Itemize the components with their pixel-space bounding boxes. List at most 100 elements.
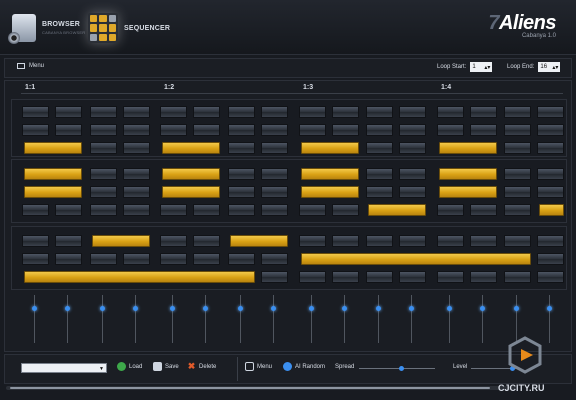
- step-cell[interactable]: [537, 235, 564, 247]
- load-button[interactable]: Load: [117, 362, 142, 371]
- step-cell[interactable]: [366, 124, 393, 136]
- step-cell[interactable]: [399, 106, 426, 118]
- step-cell[interactable]: [399, 235, 426, 247]
- step-cell[interactable]: [399, 142, 426, 154]
- step-cell[interactable]: [437, 124, 464, 136]
- step-cell[interactable]: [261, 106, 288, 118]
- channel-volume-slider[interactable]: [480, 295, 485, 343]
- step-cell[interactable]: [299, 235, 326, 247]
- step-cell[interactable]: [470, 204, 497, 216]
- step-cell[interactable]: [366, 235, 393, 247]
- step-note[interactable]: [24, 271, 255, 283]
- slider-knob[interactable]: [65, 305, 70, 311]
- step-cell[interactable]: [55, 253, 82, 265]
- step-cell[interactable]: [160, 106, 187, 118]
- step-note[interactable]: [24, 142, 82, 154]
- step-cell[interactable]: [437, 235, 464, 247]
- preset-select[interactable]: ▼: [21, 363, 107, 373]
- step-cell[interactable]: [228, 204, 255, 216]
- step-cell[interactable]: [399, 168, 426, 180]
- step-cell[interactable]: [228, 142, 255, 154]
- slider-knob[interactable]: [238, 305, 243, 311]
- step-cell[interactable]: [123, 186, 150, 198]
- step-cell[interactable]: [193, 124, 220, 136]
- delete-button[interactable]: ✖ Delete: [187, 362, 217, 371]
- channel-volume-slider[interactable]: [376, 295, 381, 343]
- step-cell[interactable]: [332, 204, 359, 216]
- step-cell[interactable]: [504, 106, 531, 118]
- step-cell[interactable]: [261, 186, 288, 198]
- step-cell[interactable]: [537, 106, 564, 118]
- channel-volume-slider[interactable]: [203, 295, 208, 343]
- step-cell[interactable]: [160, 235, 187, 247]
- slider-knob[interactable]: [409, 305, 414, 311]
- slider-knob[interactable]: [32, 305, 37, 311]
- channel-volume-slider[interactable]: [32, 295, 37, 343]
- step-note[interactable]: [539, 204, 564, 216]
- step-cell[interactable]: [399, 124, 426, 136]
- slider-knob[interactable]: [203, 305, 208, 311]
- slider-knob[interactable]: [480, 305, 485, 311]
- step-cell[interactable]: [437, 271, 464, 283]
- step-cell[interactable]: [537, 271, 564, 283]
- channel-volume-slider[interactable]: [309, 295, 314, 343]
- loop-end-spinner[interactable]: 16 ▴▾: [538, 62, 561, 72]
- slider-knob[interactable]: [309, 305, 314, 311]
- tab-browser[interactable]: BROWSER CABANYA BROWSER: [8, 8, 85, 48]
- step-note[interactable]: [439, 168, 497, 180]
- spread-slider-knob[interactable]: [398, 366, 404, 371]
- step-cell[interactable]: [228, 106, 255, 118]
- slider-knob[interactable]: [547, 305, 552, 311]
- channel-volume-slider[interactable]: [238, 295, 243, 343]
- step-cell[interactable]: [90, 168, 117, 180]
- step-cell[interactable]: [160, 204, 187, 216]
- horizontal-scrollbar[interactable]: [6, 386, 516, 390]
- step-cell[interactable]: [193, 253, 220, 265]
- step-cell[interactable]: [332, 271, 359, 283]
- step-cell[interactable]: [261, 204, 288, 216]
- step-cell[interactable]: [228, 168, 255, 180]
- step-note[interactable]: [301, 186, 359, 198]
- step-cell[interactable]: [193, 204, 220, 216]
- step-note[interactable]: [301, 168, 359, 180]
- channel-volume-slider[interactable]: [133, 295, 138, 343]
- step-cell[interactable]: [504, 204, 531, 216]
- step-note[interactable]: [162, 168, 220, 180]
- channel-volume-slider[interactable]: [170, 295, 175, 343]
- channel-volume-slider[interactable]: [342, 295, 347, 343]
- step-cell[interactable]: [299, 271, 326, 283]
- step-cell[interactable]: [537, 142, 564, 154]
- step-cell[interactable]: [332, 235, 359, 247]
- step-cell[interactable]: [366, 271, 393, 283]
- step-cell[interactable]: [537, 186, 564, 198]
- step-note[interactable]: [24, 168, 82, 180]
- channel-volume-slider[interactable]: [409, 295, 414, 343]
- step-note[interactable]: [162, 142, 220, 154]
- step-cell[interactable]: [261, 253, 288, 265]
- step-cell[interactable]: [332, 106, 359, 118]
- step-cell[interactable]: [22, 106, 49, 118]
- step-cell[interactable]: [299, 124, 326, 136]
- step-cell[interactable]: [261, 142, 288, 154]
- step-cell[interactable]: [22, 124, 49, 136]
- step-cell[interactable]: [90, 124, 117, 136]
- step-cell[interactable]: [123, 124, 150, 136]
- slider-knob[interactable]: [447, 305, 452, 311]
- step-cell[interactable]: [55, 106, 82, 118]
- step-note[interactable]: [439, 186, 497, 198]
- step-cell[interactable]: [504, 124, 531, 136]
- step-cell[interactable]: [537, 168, 564, 180]
- step-cell[interactable]: [90, 253, 117, 265]
- step-cell[interactable]: [90, 204, 117, 216]
- step-note[interactable]: [301, 253, 531, 265]
- step-cell[interactable]: [228, 253, 255, 265]
- save-button[interactable]: Save: [153, 362, 179, 371]
- scrollbar-thumb[interactable]: [10, 387, 490, 389]
- step-cell[interactable]: [160, 253, 187, 265]
- step-cell[interactable]: [90, 106, 117, 118]
- step-cell[interactable]: [90, 142, 117, 154]
- step-cell[interactable]: [504, 168, 531, 180]
- step-cell[interactable]: [160, 124, 187, 136]
- step-cell[interactable]: [261, 124, 288, 136]
- step-cell[interactable]: [299, 106, 326, 118]
